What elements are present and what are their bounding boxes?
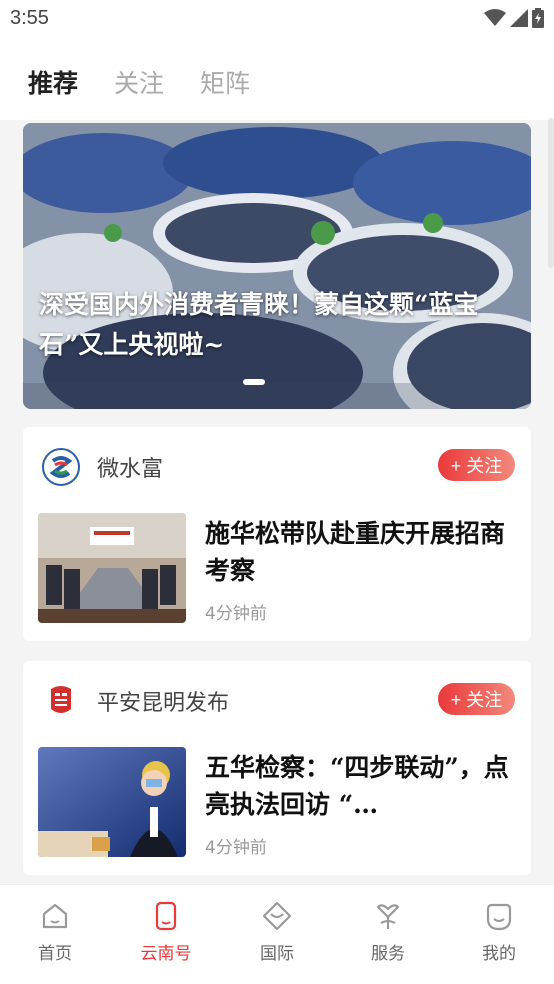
nav-label: 国际 [260, 944, 294, 964]
follow-button[interactable]: + 关注 [438, 683, 515, 715]
battery-icon [532, 8, 544, 32]
nav-yunnanhao[interactable]: 云南号 [126, 901, 206, 964]
follow-button[interactable]: + 关注 [438, 449, 515, 481]
globe-tag-icon [237, 901, 317, 931]
news-card[interactable]: 微水富 + 关注 施华松带队赴重庆开展招商考察 4分钟前 [23, 427, 531, 641]
banner-carousel[interactable]: 深受国内外消费者青睐！蒙自这颗“蓝宝石”又上央视啦~ [23, 123, 531, 409]
profile-icon [459, 901, 539, 931]
nav-label: 首页 [38, 944, 72, 964]
cellular-signal-icon [510, 9, 528, 31]
source-logo [41, 681, 81, 721]
nav-international[interactable]: 国际 [237, 901, 317, 964]
phone-icon [126, 901, 206, 931]
banner-title[interactable]: 深受国内外消费者青睐！蒙自这颗“蓝宝石”又上央视啦~ [39, 285, 519, 365]
home-icon [15, 901, 95, 931]
nav-home[interactable]: 首页 [15, 901, 95, 964]
bottom-navigation: 首页 云南号 国际 服务 我的 [0, 884, 554, 984]
status-bar: 3:55 [0, 0, 554, 40]
source-name[interactable]: 微水富 [97, 451, 163, 483]
source-logo [41, 447, 81, 487]
article-thumbnail [38, 513, 186, 623]
tab-recommend[interactable]: 推荐 [28, 64, 78, 100]
nav-service[interactable]: 服务 [348, 901, 428, 964]
tab-matrix[interactable]: 矩阵 [200, 64, 250, 100]
carousel-dot-active [243, 379, 265, 385]
carousel-indicator [243, 379, 265, 385]
article-thumbnail [38, 747, 186, 857]
tab-following[interactable]: 关注 [114, 64, 164, 100]
service-icon [348, 901, 428, 931]
source-name[interactable]: 平安昆明发布 [97, 685, 229, 717]
news-card[interactable]: 平安昆明发布 + 关注 五华检察：“四步联动”，点亮执法回访 “… 4分钟前 [23, 661, 531, 875]
article-title[interactable]: 五华检察：“四步联动”，点亮执法回访 “… [205, 749, 510, 823]
wifi-icon [484, 9, 506, 31]
blueberry-photo [23, 123, 531, 409]
nav-mine[interactable]: 我的 [459, 901, 539, 964]
article-time: 4分钟前 [205, 604, 267, 624]
nav-label: 服务 [371, 944, 405, 964]
nav-label: 我的 [482, 944, 516, 964]
status-icons [484, 8, 544, 32]
article-title[interactable]: 施华松带队赴重庆开展招商考察 [205, 515, 510, 589]
scrollbar[interactable] [548, 118, 554, 268]
nav-label: 云南号 [140, 944, 192, 964]
top-tab-bar: 推荐 关注 矩阵 [0, 40, 554, 120]
status-time: 3:55 [10, 7, 49, 29]
article-time: 4分钟前 [205, 838, 267, 858]
